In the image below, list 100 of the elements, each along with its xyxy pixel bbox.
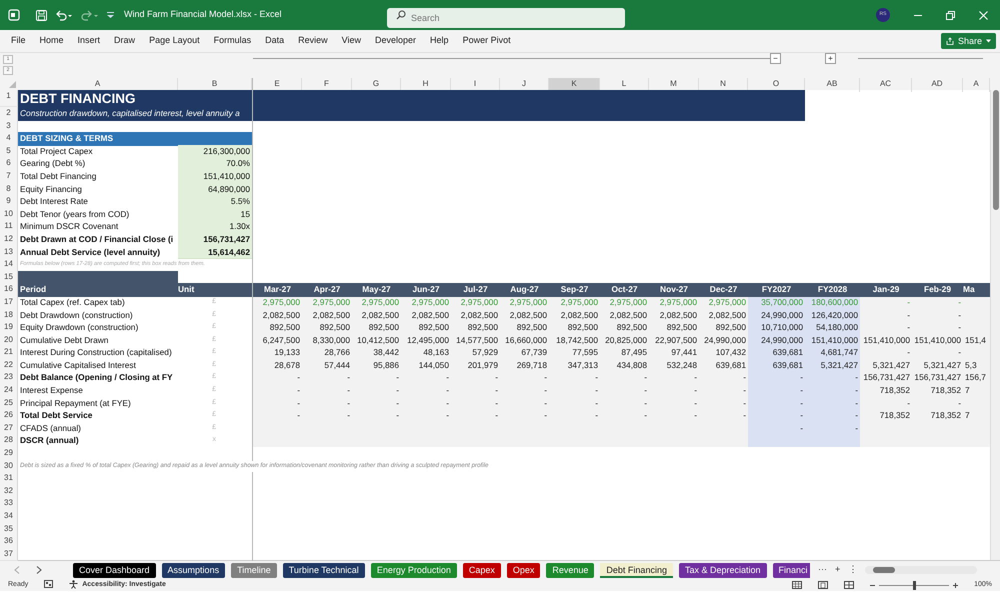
menu-tab[interactable]: Data (258, 34, 292, 48)
menu-tab[interactable]: Home (32, 34, 71, 48)
horizontal-scrollbar[interactable] (865, 566, 978, 574)
page-layout-icon[interactable] (818, 581, 828, 589)
table-cell-text: 87,495 (620, 346, 648, 360)
sheet-tab[interactable]: Timeline (231, 562, 277, 578)
row-number[interactable]: 33 (0, 497, 18, 511)
column-header[interactable]: AD (912, 78, 963, 92)
row-number[interactable]: 19 (0, 321, 18, 335)
row-number[interactable]: 26 (0, 409, 18, 423)
page-break-icon[interactable] (844, 581, 854, 589)
row-number[interactable]: 17 (0, 296, 18, 310)
zoom-slider-thumb[interactable] (912, 580, 916, 590)
table-cell-text: - (445, 409, 450, 422)
row-number[interactable]: 23 (0, 371, 18, 386)
row-number[interactable]: 21 (0, 346, 18, 360)
column-header[interactable]: AC (860, 78, 912, 92)
table-cell-text: 24,990,000 (760, 308, 804, 322)
share-button[interactable]: Share (940, 33, 996, 49)
table-cell-text: 2,082,500 (560, 308, 599, 322)
row-label: Cumulative Debt Drawn (19, 334, 110, 347)
input-cell[interactable]: 5.5% (178, 195, 252, 209)
table-cell-text: 12,495,000 (406, 334, 450, 347)
close-icon[interactable] (979, 10, 988, 20)
row-number[interactable]: 31 (0, 472, 18, 486)
row-number[interactable]: 1 (0, 90, 18, 107)
undo-icon[interactable] (55, 10, 73, 20)
accessibility-icon[interactable] (69, 580, 78, 589)
search-field[interactable]: Search (387, 8, 625, 28)
row-number[interactable]: 16 (0, 283, 18, 297)
table-cell-text: 347,313 (566, 358, 599, 372)
table-cell-text: - (854, 371, 859, 384)
table-cell-text: - (906, 396, 911, 410)
input-cell[interactable]: 15,614,462 (178, 246, 252, 260)
row-number[interactable]: 6 (0, 157, 18, 171)
normal-view-icon[interactable] (792, 581, 802, 589)
table-cell-text: 2,082,500 (708, 308, 747, 322)
sheet-tab[interactable]: Assumptions (162, 562, 226, 578)
menu-tab[interactable]: Page Layout (142, 34, 207, 48)
sheet-tab[interactable]: Capex (462, 562, 501, 578)
options-button[interactable]: ⋮ (848, 563, 858, 577)
row-number[interactable]: 4 (0, 132, 18, 146)
autosave-icon[interactable] (8, 9, 20, 21)
menu-tab[interactable]: Help (423, 34, 456, 48)
row-number[interactable]: 36 (0, 535, 18, 549)
outline-collapse-button[interactable]: − (770, 53, 781, 64)
menu-tab[interactable]: Power Pivot (456, 34, 518, 48)
menu-tab[interactable]: Developer (368, 34, 424, 48)
table-cell-text: 180,600,000 (810, 296, 859, 309)
row-number[interactable]: 2 (0, 107, 18, 121)
menu-tab[interactable]: View (334, 34, 368, 48)
sheet-tab[interactable]: Opex (506, 562, 540, 578)
menu-tab[interactable]: Review (291, 34, 335, 48)
new-sheet-button[interactable]: + (835, 563, 840, 577)
row-number[interactable]: 24 (0, 384, 18, 398)
restore-icon[interactable] (946, 10, 955, 20)
input-cell[interactable]: 151,410,000 (178, 170, 252, 184)
sheet-tab[interactable]: Turbine Technical (282, 562, 365, 578)
row-number[interactable]: 12 (0, 232, 18, 247)
menu-tab[interactable]: Insert (70, 34, 108, 48)
row-number[interactable]: 14 (0, 258, 18, 272)
sheet-tab[interactable]: Debt Financing (600, 562, 673, 578)
table-cell-text: 5,321,427 (872, 358, 911, 372)
column-heading: FY2027 (748, 283, 805, 297)
row-number[interactable]: 11 (0, 220, 18, 234)
table-cell-text: 2,975,000 (560, 296, 599, 309)
more-sheets-button[interactable]: ··· (818, 563, 827, 577)
table-cell-text: 144,050 (418, 358, 450, 372)
sheet-tab[interactable]: Revenue (546, 562, 594, 578)
menu-tab[interactable]: File (4, 34, 33, 48)
menu-tab[interactable]: Draw (107, 34, 142, 48)
input-cell[interactable]: 70.0% (178, 157, 252, 171)
row-number[interactable]: 34 (0, 510, 18, 524)
table-cell-text: 718,352 (878, 384, 911, 398)
row-label: Debt Tenor (years from COD) (19, 208, 130, 221)
outline-expand-button[interactable]: + (825, 53, 836, 64)
customize-icon[interactable] (107, 11, 114, 19)
table-cell-text: - (594, 384, 599, 398)
row-number[interactable]: 7 (0, 170, 18, 184)
save-icon[interactable] (36, 10, 47, 20)
next-sheet-icon[interactable] (36, 566, 42, 574)
input-cell[interactable]: 156,731,427 (178, 232, 252, 247)
sheet-tab[interactable]: Energy Production (370, 562, 457, 578)
table-cell-text: - (693, 384, 698, 398)
row-label: Debt Balance (Opening / Closing at FY (19, 371, 174, 384)
table-cell-text: - (906, 296, 911, 309)
row-number[interactable]: 9 (0, 195, 18, 209)
input-cell[interactable]: 1.30x (178, 220, 252, 234)
sheet-tab[interactable]: Cover Dashboard (73, 562, 156, 578)
sheet-tab[interactable]: Financi (772, 562, 810, 578)
table-cell-text: 151,410,000 (810, 334, 859, 347)
sheet-tab[interactable]: Tax & Depreciation (678, 562, 767, 578)
redo-icon[interactable] (81, 10, 99, 20)
zoom-in-icon[interactable] (953, 582, 958, 588)
row-number[interactable]: 29 (0, 447, 18, 461)
row-label: Equity Drawdown (construction) (19, 321, 140, 334)
menu-tab[interactable]: Formulas (206, 34, 258, 48)
macro-icon[interactable] (44, 580, 54, 588)
row-number[interactable]: 37 (0, 548, 18, 562)
row-number[interactable]: 28 (0, 434, 18, 448)
